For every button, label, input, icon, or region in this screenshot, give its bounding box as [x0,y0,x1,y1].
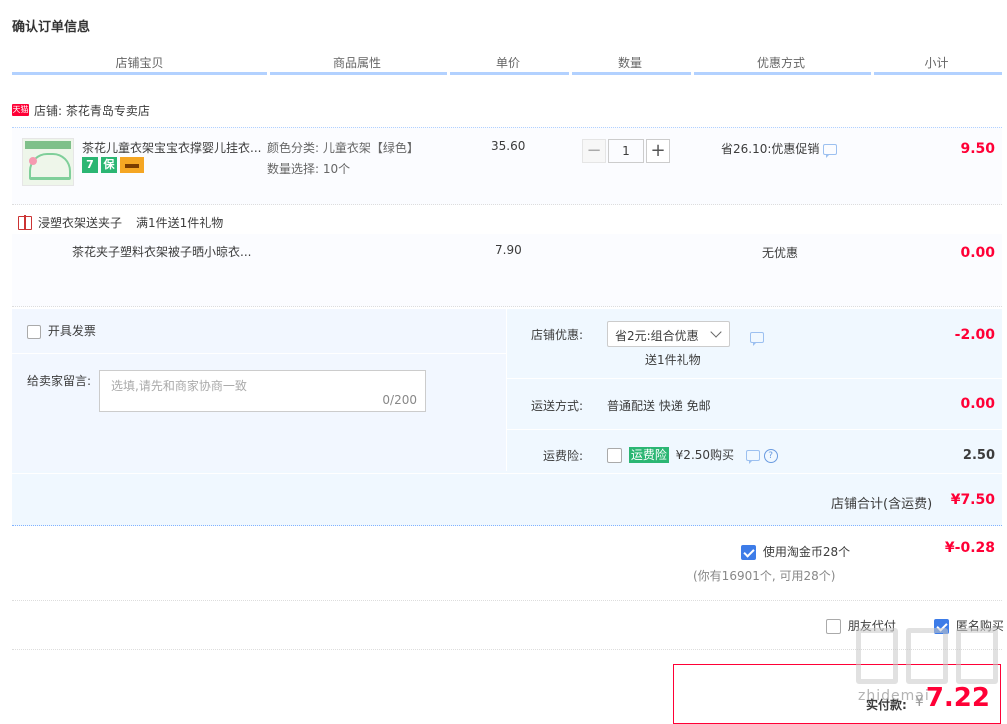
credit-card-icon[interactable] [120,157,144,173]
invoice-label: 开具发票 [47,324,96,338]
watermark-text: zhidemai [858,688,930,704]
quantity-plus-button[interactable]: + [646,139,670,163]
insurance-price: ¥2.50购买 [675,448,735,462]
header-subtotal: 小计 [924,56,949,70]
page-title: 确认订单信息 [12,20,91,35]
shop-row: 天猫 店铺: 茶花青岛专卖店 [12,101,150,119]
header-quantity: 数量 [617,56,642,70]
item-promo-text: 省26.10:优惠促销 [721,142,820,156]
seven-day-return-icon[interactable]: 7 [82,157,98,173]
coins-note: (你有16901个, 可用28个) [693,569,836,583]
coins-amount: ¥-0.28 [944,540,995,556]
shop-discount-amount: -2.00 [954,327,995,343]
help-icon[interactable]: ? [763,448,778,463]
quantity-stepper: − 1 + [582,139,670,163]
chat-icon[interactable] [823,144,838,158]
shop-discount-value: 省2元:组合优惠 [615,329,699,343]
coins-label: 使用淘金币28个 [762,545,851,559]
shipping-label: 运送方式: [531,399,584,413]
header-underline [12,72,1002,75]
guarantee-icon[interactable]: 保 [101,157,117,173]
item-attr-qty: 数量选择: 10个 [267,162,351,176]
gift-title: 浸塑衣架送夹子 [38,216,123,230]
chat-icon[interactable] [750,332,764,346]
insurance-checkbox[interactable] [607,448,622,463]
item-subtotal: 9.50 [960,141,995,157]
gift-item-title[interactable]: 茶花夹子塑料衣架被子晒小晾衣... [72,243,251,260]
memo-input[interactable]: 选填,请先和商家协商一致 0/200 [99,370,426,412]
table-header: 店铺宝贝 商品属性 单价 数量 优惠方式 小计 [12,54,1002,72]
gift-icon [18,214,32,230]
product-thumbnail[interactable] [22,138,74,186]
quantity-minus-button[interactable]: − [582,139,606,163]
gift-subtotal: 0.00 [960,245,995,261]
header-discount: 优惠方式 [756,56,805,70]
header-shop-item: 店铺宝贝 [115,56,164,70]
invoice-checkbox[interactable] [27,324,41,339]
friend-pay-checkbox[interactable] [826,619,841,634]
header-attributes: 商品属性 [332,56,381,70]
tmall-icon: 天猫 [12,104,29,116]
shop-discount-label: 店铺优惠: [531,328,584,342]
gift-unit-price: 7.90 [495,243,522,257]
shop-name[interactable]: 店铺: 茶花青岛专卖店 [34,102,150,119]
chat-icon[interactable] [745,450,760,464]
gift-promo-row: 浸塑衣架送夹子 满1件送1件礼物 [18,214,223,231]
item-unit-price: 35.60 [491,139,526,153]
insurance-amount: 2.50 [962,448,995,463]
gift-promo-text: 无优惠 [762,246,799,260]
coins-checkbox[interactable] [741,545,756,560]
shipping-value: 普通配送 快递 免邮 [607,399,711,413]
chevron-down-icon [710,326,722,338]
coins-option: 使用淘金币28个 [741,543,850,560]
insurance-label: 运费险: [543,449,584,463]
watermark-logo: zhidemai [848,628,1006,716]
quantity-input[interactable]: 1 [608,139,644,163]
insurance-option: 运费险 ¥2.50购买 ? [607,446,778,464]
shop-discount-select[interactable]: 省2元:组合优惠 [607,321,730,347]
invoice-option: 开具发票 [27,322,96,339]
gift-condition: 满1件送1件礼物 [136,216,224,230]
memo-char-count: 0/200 [382,393,417,407]
item-attr-color: 颜色分类: 儿童衣架【绿色】 [267,141,419,155]
shop-total-amount: ¥7.50 [950,492,995,508]
shop-discount-gift: 送1件礼物 [645,353,701,367]
memo-placeholder: 选填,请先和商家协商一致 [111,379,247,393]
item-title-link[interactable]: 茶花儿童衣架宝宝衣撑婴儿挂衣... [82,139,261,156]
memo-label: 给卖家留言: [27,374,92,388]
shipping-amount: 0.00 [960,396,995,412]
header-unit-price: 单价 [495,56,520,70]
insurance-tag: 运费险 [628,447,669,463]
service-icons: 7 保 [82,157,144,173]
item-promo: 省26.10:优惠促销 [721,140,838,158]
